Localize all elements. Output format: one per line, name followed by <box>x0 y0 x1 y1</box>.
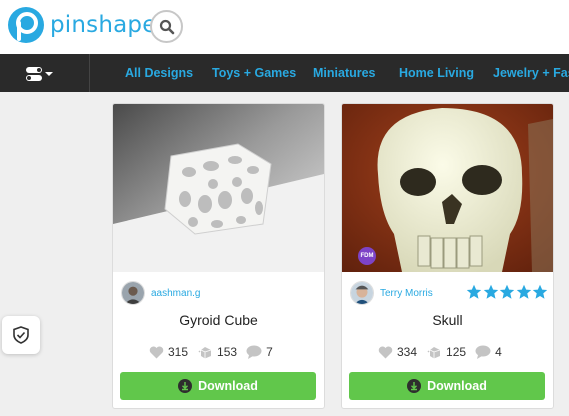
download-icon <box>178 379 193 393</box>
heart-icon <box>378 346 393 358</box>
likes-count: 315 <box>168 345 189 359</box>
pinshape-logo-icon <box>8 7 44 43</box>
search-button[interactable] <box>150 10 183 43</box>
makes-cube-icon <box>427 346 441 358</box>
nav-item-all-designs[interactable]: All Designs <box>125 66 193 80</box>
design-thumbnail[interactable] <box>342 104 553 272</box>
fdm-badge: FDM <box>358 247 376 265</box>
likes-count: 334 <box>397 345 418 359</box>
designer-name: aashman.g <box>151 287 201 299</box>
nav-item-jewelry-fashion[interactable]: Jewelry + Fash <box>493 66 569 80</box>
nav-item-toys-games[interactable]: Toys + Games <box>212 66 296 80</box>
download-button[interactable]: Download <box>120 372 316 400</box>
avatar <box>121 281 145 305</box>
comments-count: 4 <box>495 345 502 359</box>
star-icon <box>499 284 515 299</box>
avatar <box>350 281 374 305</box>
nav-item-home-living[interactable]: Home Living <box>399 66 474 80</box>
nav-item-miniatures[interactable]: Miniatures <box>313 66 376 80</box>
comments-stat[interactable]: 7 <box>246 345 273 359</box>
design-title[interactable]: Gyroid Cube <box>113 312 324 328</box>
shield-check-icon <box>13 326 29 344</box>
comments-stat[interactable]: 4 <box>475 345 502 359</box>
download-label: Download <box>427 379 487 393</box>
star-icon <box>466 284 482 299</box>
design-title[interactable]: Skull <box>342 312 553 328</box>
design-card: aashman.g Gyroid Cube 315 153 7 Download <box>112 103 325 409</box>
design-thumbnail[interactable] <box>113 104 324 272</box>
privacy-shield-button[interactable] <box>2 316 40 354</box>
comment-icon <box>475 345 491 359</box>
search-icon <box>159 19 174 34</box>
star-icon <box>532 284 548 299</box>
category-nav: All Designs Toys + Games Miniatures Home… <box>0 54 569 92</box>
likes-stat[interactable]: 315 <box>149 345 188 359</box>
design-stats: 315 153 7 <box>149 345 282 359</box>
heart-icon <box>149 346 164 358</box>
download-icon <box>407 379 422 393</box>
nav-divider <box>89 54 90 92</box>
designer-name: Terry Morris <box>380 287 433 299</box>
comments-count: 7 <box>266 345 273 359</box>
makes-cube-icon <box>198 346 212 358</box>
design-stats: 334 125 4 <box>378 345 511 359</box>
logo-text: pinshape <box>50 12 157 38</box>
site-header: pinshape <box>0 0 569 54</box>
star-icon <box>483 284 498 299</box>
design-card: FDM Terry Morris Skull 334 125 4 Downloa… <box>341 103 554 409</box>
star-icon <box>516 284 531 299</box>
designer-link[interactable]: Terry Morris <box>350 281 433 305</box>
download-label: Download <box>198 379 258 393</box>
likes-stat[interactable]: 334 <box>378 345 417 359</box>
makes-count: 153 <box>217 345 238 359</box>
makes-stat[interactable]: 125 <box>426 345 466 359</box>
comment-icon <box>246 345 262 359</box>
designer-link[interactable]: aashman.g <box>121 281 200 305</box>
makes-count: 125 <box>446 345 467 359</box>
toggle-menu-icon[interactable] <box>26 66 56 82</box>
makes-stat[interactable]: 153 <box>197 345 237 359</box>
rating-stars <box>466 284 549 300</box>
pinshape-logo[interactable]: pinshape <box>7 6 157 44</box>
download-button[interactable]: Download <box>349 372 545 400</box>
